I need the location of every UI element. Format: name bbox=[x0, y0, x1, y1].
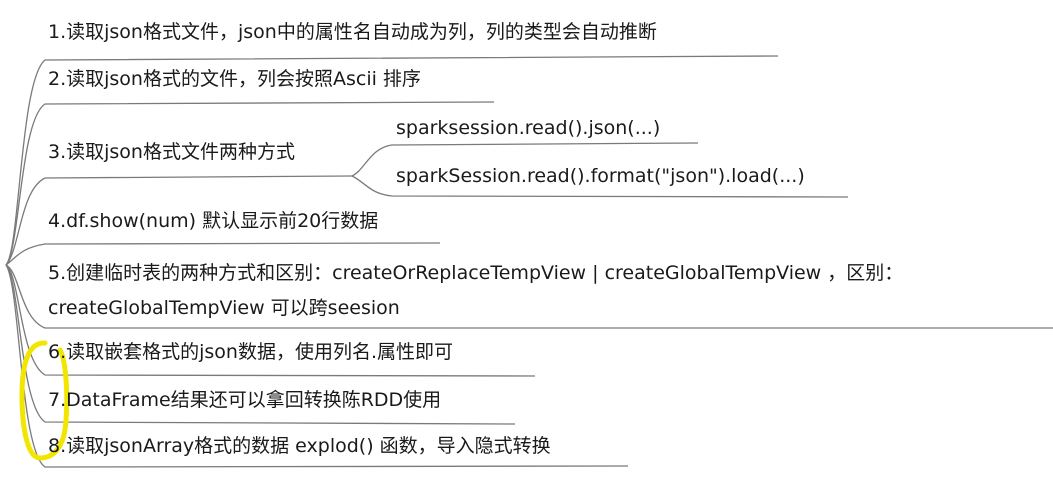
node-4-label: 4.df.show(num) 默认显示前20行数据 bbox=[48, 210, 379, 232]
mindmap-node-5: 5.创建临时表的两种方式和区别：createOrReplaceTempView … bbox=[48, 256, 1048, 326]
node-5-line-1: 5.创建临时表的两种方式和区别：createOrReplaceTempView … bbox=[48, 262, 904, 284]
node-8-label: 8.读取jsonArray格式的数据 explod() 函数，导入隐式转换 bbox=[48, 435, 551, 457]
node-1-label: 1.读取json格式文件，json中的属性名自动成为列，列的类型会自动推断 bbox=[48, 21, 657, 43]
node-2-label: 2.读取json格式的文件，列会按照Ascii 排序 bbox=[48, 68, 421, 90]
mindmap-node-4: 4.df.show(num) 默认显示前20行数据 bbox=[48, 209, 378, 233]
mindmap-node-3b: sparkSession.read().format("json").load(… bbox=[396, 164, 805, 188]
node-3-label: 3.读取json格式文件两种方式 bbox=[48, 141, 295, 163]
node-6-label: 6.读取嵌套格式的json数据，使用列名.属性即可 bbox=[48, 341, 454, 363]
mindmap-node-6: 6.读取嵌套格式的json数据，使用列名.属性即可 bbox=[48, 340, 453, 364]
mindmap-node-2: 2.读取json格式的文件，列会按照Ascii 排序 bbox=[48, 67, 421, 91]
mindmap-node-3a: sparksession.read().json(...) bbox=[396, 116, 660, 140]
node-7-label: 7.DataFrame结果还可以拿回转换陈RDD使用 bbox=[48, 389, 442, 411]
mindmap-node-8: 8.读取jsonArray格式的数据 explod() 函数，导入隐式转换 bbox=[48, 434, 551, 458]
node-3a-label: sparksession.read().json(...) bbox=[396, 117, 661, 139]
mindmap-node-7: 7.DataFrame结果还可以拿回转换陈RDD使用 bbox=[48, 388, 441, 412]
mindmap-node-1: 1.读取json格式文件，json中的属性名自动成为列，列的类型会自动推断 bbox=[48, 20, 657, 44]
node-3b-label: sparkSession.read().format("json").load(… bbox=[396, 165, 805, 187]
mindmap-node-3: 3.读取json格式文件两种方式 bbox=[48, 140, 295, 164]
node-5-line-2: createGlobalTempView 可以跨seesion bbox=[48, 297, 400, 319]
